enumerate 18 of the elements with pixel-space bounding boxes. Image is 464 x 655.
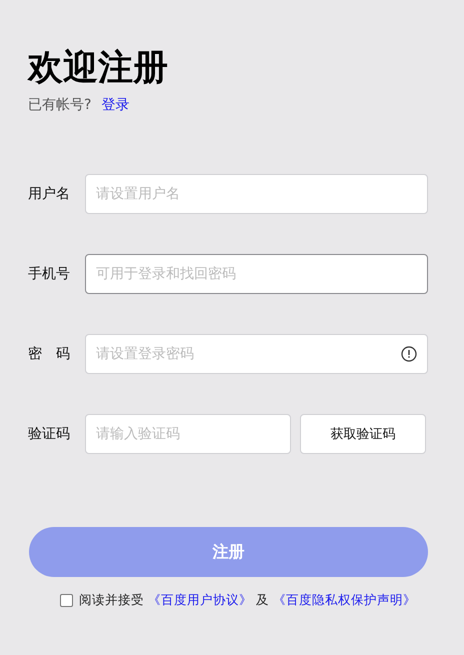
page-title: 欢迎注册 [28, 47, 169, 90]
input-field[interactable]: 请输入验证码 [85, 414, 291, 454]
login-link[interactable]: 登录 [101, 96, 130, 114]
user-agreement-link[interactable]: 《百度用户协议》 [148, 592, 252, 609]
input-field[interactable]: 可用于登录和找回密码 [85, 254, 428, 294]
checkbox[interactable] [60, 594, 73, 607]
account-prompt: 已有帐号? [28, 96, 92, 114]
field-label: 验证码 [28, 425, 71, 443]
field-label: 用户名 [28, 185, 71, 203]
privacy-link[interactable]: 《百度隐私权保护声明》 [273, 592, 416, 609]
warning-icon [401, 346, 417, 362]
input-field[interactable]: 请设置登录密码 [85, 334, 428, 374]
input-field[interactable]: 请设置用户名 [85, 174, 428, 214]
field-label: 手机号 [28, 265, 71, 283]
field-label: 密 码 [28, 345, 71, 363]
conjunction-text: 及 [256, 592, 269, 609]
agreement-text: 阅读并接受 [79, 592, 144, 609]
get-code-button[interactable]: 获取验证码 [300, 414, 426, 454]
